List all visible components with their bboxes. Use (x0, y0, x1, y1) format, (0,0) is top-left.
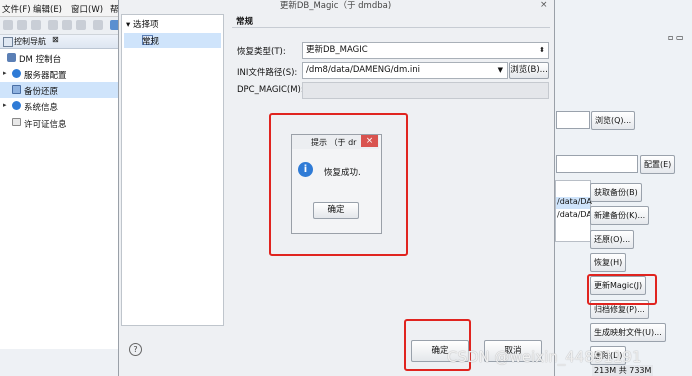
option-general-label: 常规 (142, 37, 160, 47)
highlight-message-box (269, 113, 408, 256)
browse-q-button[interactable]: 浏览(Q)... (591, 111, 636, 130)
options-header[interactable]: ▾ 选择项 (126, 18, 158, 30)
server-config-icon (12, 69, 21, 78)
generate-map-file-button[interactable]: 生成映射文件(U)... (590, 323, 666, 342)
dpc-magic-field (302, 82, 549, 99)
restore-type-label: 恢复类型(T): (237, 47, 286, 57)
tree-item-backup-restore[interactable]: 备份还原 (0, 82, 118, 98)
menu-window[interactable]: 窗口(W) (71, 3, 103, 15)
ini-path-combo[interactable]: /dm8/data/DAMENG/dm.ini ▼ (302, 62, 508, 79)
option-general[interactable]: 常规 (124, 33, 221, 48)
toolbar (0, 17, 130, 35)
chevron-down-icon[interactable]: ▼ (498, 63, 503, 78)
menu-edit[interactable]: 编辑(E) (33, 3, 62, 15)
tree-item-server-config[interactable]: ▸ 服务器配置 (0, 66, 118, 82)
spinner-icon: ⬍ (539, 46, 545, 54)
toolbar-paste-icon[interactable] (76, 20, 86, 30)
view-pin-controls[interactable]: ▫ ▭ (668, 33, 684, 42)
options-pane: ▾ 选择项 常规 (121, 14, 224, 326)
expand-icon[interactable]: ▸ (3, 101, 7, 109)
tree-item-dm-console[interactable]: DM 控制台 (0, 50, 118, 66)
memory-status[interactable]: 213M 共 733M (592, 365, 654, 376)
section-title: 常规 (236, 17, 254, 27)
restore-type-select[interactable]: 更新DB_MAGIC ⬍ (302, 42, 549, 59)
toolbar-print-icon[interactable] (93, 20, 103, 30)
config-field[interactable] (556, 155, 638, 173)
browse-button[interactable]: 浏览(B)... (509, 62, 549, 79)
console-icon (3, 37, 13, 47)
dialog-title: 更新DB_Magic（于 dmdba) (279, 1, 392, 11)
backup-dir-field[interactable] (556, 111, 590, 129)
backup-icon (12, 85, 21, 94)
backup-path: /data/DA (557, 197, 592, 206)
toolbar-cut-icon[interactable] (48, 20, 58, 30)
toolbar-copy-icon[interactable] (62, 20, 72, 30)
nav-view-header: 控制导航 ⊠ (0, 35, 118, 49)
menu-bar: 文件(F) 编辑(E) 窗口(W) 帮 (0, 0, 130, 17)
database-icon (7, 53, 16, 62)
toolbar-save-icon[interactable] (17, 20, 27, 30)
config-button[interactable]: 配置(E) (640, 155, 676, 174)
backup-path: /data/DA (557, 210, 592, 219)
info-icon (12, 101, 21, 110)
menu-file[interactable]: 文件(F) (2, 3, 31, 15)
get-backup-button[interactable]: 获取备份(B) (590, 183, 642, 202)
toolbar-save-all-icon[interactable] (31, 20, 41, 30)
nav-header-title: 控制导航 (14, 37, 46, 46)
new-backup-button[interactable]: 新建备份(K)... (590, 206, 650, 225)
dpc-magic-label: DPC_MAGIC(M): (237, 85, 304, 95)
toolbar-new-icon[interactable] (3, 20, 13, 30)
backup-row-selected[interactable]: /data/DA (556, 197, 592, 209)
tree-item-license-info[interactable]: 许可证信息 (0, 115, 118, 131)
tree-item-system-info[interactable]: ▸ 系统信息 (0, 98, 118, 114)
section-divider (232, 27, 550, 28)
nav-tree: DM 控制台 ▸ 服务器配置 备份还原 ▸ 系统信息 许可证信息 (0, 49, 118, 349)
help-icon[interactable]: ? (129, 343, 142, 356)
restore-button[interactable]: 还原(O)... (590, 230, 635, 249)
nav-close-icon[interactable]: ⊠ (52, 35, 59, 44)
ini-path-label: INI文件路径(S): (237, 68, 298, 78)
recover-button[interactable]: 恢复(H) (590, 253, 627, 272)
expand-icon[interactable]: ▸ (3, 69, 7, 77)
license-icon (12, 118, 21, 126)
highlight-update-magic (587, 274, 657, 305)
dialog-close-icon[interactable]: × (540, 0, 548, 10)
backup-list[interactable]: /data/DA /data/DA (555, 180, 592, 242)
watermark: CSDN @weixin_44891191 (447, 348, 642, 366)
